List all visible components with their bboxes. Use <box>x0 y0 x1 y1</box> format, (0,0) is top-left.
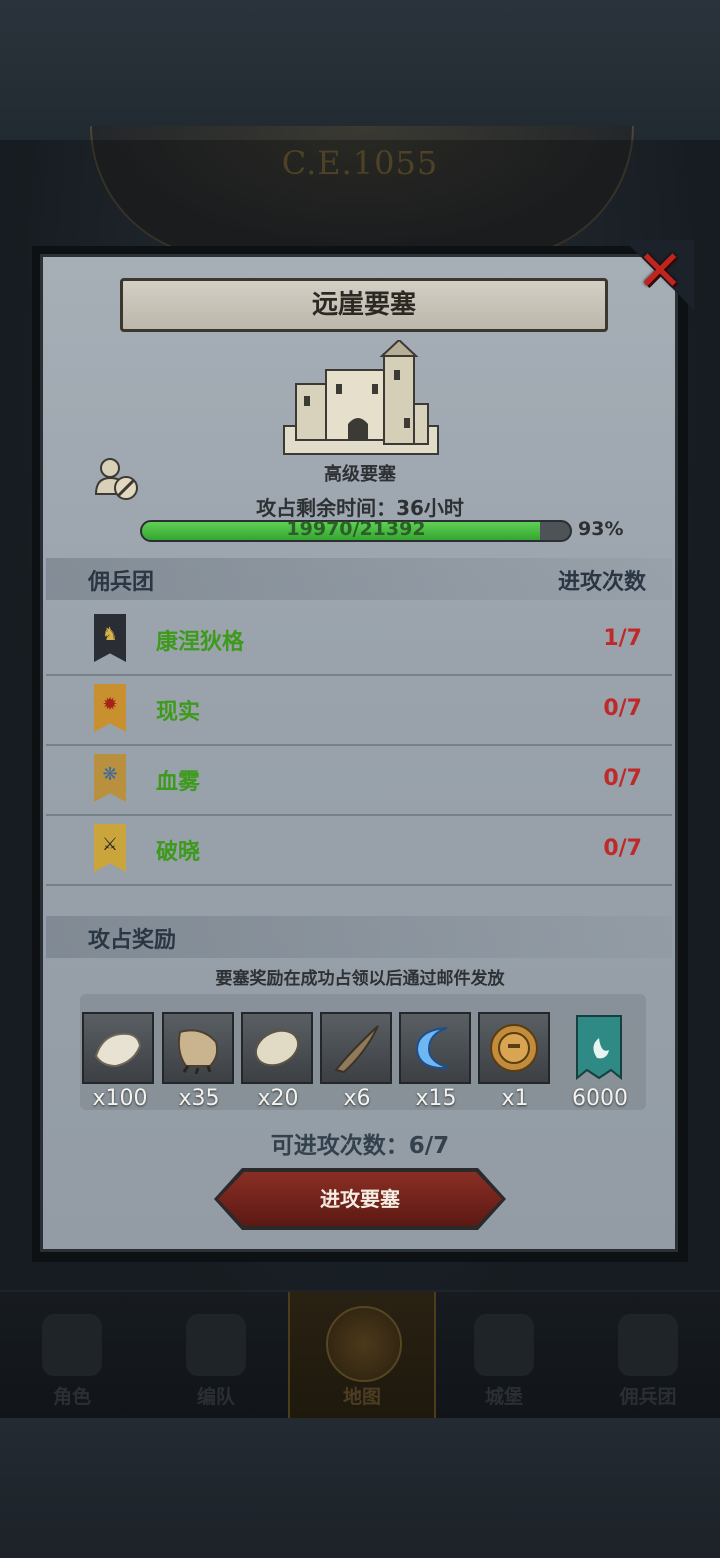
reward-quantity: x20 <box>257 1086 299 1111</box>
mercenary-header-label: 佣兵团 <box>88 570 155 595</box>
reward-slot[interactable] <box>563 1012 635 1084</box>
attack-fortress-button[interactable]: 进攻要塞 <box>218 1172 502 1226</box>
scale-hide-icon <box>254 1029 300 1067</box>
beast-claw-icon <box>177 1029 219 1074</box>
banner-emblem: ❋ <box>102 764 118 785</box>
mercenary-attack-count: 0/7 <box>603 766 642 791</box>
reward-quantity: 6000 <box>572 1086 628 1111</box>
dialog-title: 远崖要塞 <box>120 278 608 332</box>
close-button[interactable]: ✕ <box>632 242 688 302</box>
reward-quantity: x100 <box>92 1086 148 1111</box>
mercenary-banner-icon: ❋ <box>94 754 126 802</box>
reward-slot[interactable] <box>399 1012 471 1084</box>
mercenary-banner-icon: ⚔ <box>94 824 126 872</box>
capture-progress-percent: 93% <box>578 518 624 540</box>
mercenary-attack-count: 0/7 <box>603 836 642 861</box>
mercenary-row[interactable]: ❋ 血雾 0/7 <box>46 744 672 816</box>
mercenary-row[interactable]: ⚔ 破晓 0/7 <box>46 814 672 886</box>
reward-header-label: 攻占奖励 <box>88 928 177 953</box>
reward-slot[interactable] <box>241 1012 313 1084</box>
top-status-area <box>0 0 720 140</box>
reward-slot[interactable] <box>320 1012 392 1084</box>
mercenary-section-header: 佣兵团 进攻次数 <box>46 558 672 600</box>
reward-section-header: 攻占奖励 <box>46 916 672 958</box>
mercenary-name: 破晓 <box>156 840 201 865</box>
reward-note: 要塞奖励在成功占领以后通过邮件发放 <box>215 969 505 989</box>
bottom-margin <box>0 1418 720 1558</box>
mercenary-name: 康涅狄格 <box>156 630 245 655</box>
banner-emblem: ✹ <box>102 694 118 715</box>
reward-slot[interactable] <box>162 1012 234 1084</box>
knight-medal-icon <box>490 1024 538 1072</box>
fortress-tier: 高级要塞 <box>324 464 396 485</box>
mercenary-row[interactable]: ✹ 现实 0/7 <box>46 674 672 746</box>
attack-count-header-label: 进攻次数 <box>557 570 646 595</box>
capture-progress-value: 19970/21392 <box>286 518 426 540</box>
remaining-attempts: 可进攻次数：6/7 <box>270 1133 450 1159</box>
reward-slot[interactable] <box>82 1012 154 1084</box>
reward-quantity: x1 <box>501 1086 529 1111</box>
mercenary-row[interactable]: ♞ 康涅狄格 1/7 <box>46 604 672 676</box>
reward-quantity: x15 <box>415 1086 457 1111</box>
horn-icon <box>334 1025 379 1074</box>
mercenary-attack-count: 0/7 <box>603 696 642 721</box>
crescent-rune-icon <box>415 1027 450 1070</box>
mercenary-name: 现实 <box>156 700 201 725</box>
banner-emblem: ⚔ <box>101 834 119 855</box>
reward-slot[interactable] <box>478 1012 550 1084</box>
mercenary-name: 血雾 <box>156 770 201 795</box>
reward-quantity: x35 <box>178 1086 220 1111</box>
close-icon: ✕ <box>636 239 684 304</box>
fur-pelt-icon <box>94 1032 142 1068</box>
mercenary-banner-icon: ✹ <box>94 684 126 732</box>
mercenary-banner-icon: ♞ <box>94 614 126 662</box>
time-remaining: 攻占剩余时间：36小时 <box>256 496 464 520</box>
banner-emblem: ♞ <box>101 624 119 645</box>
mercenary-attack-count: 1/7 <box>603 626 642 651</box>
reward-quantity: x6 <box>343 1086 371 1111</box>
fortress-castle-icon <box>283 340 439 455</box>
guild-flag-icon <box>576 1015 622 1080</box>
